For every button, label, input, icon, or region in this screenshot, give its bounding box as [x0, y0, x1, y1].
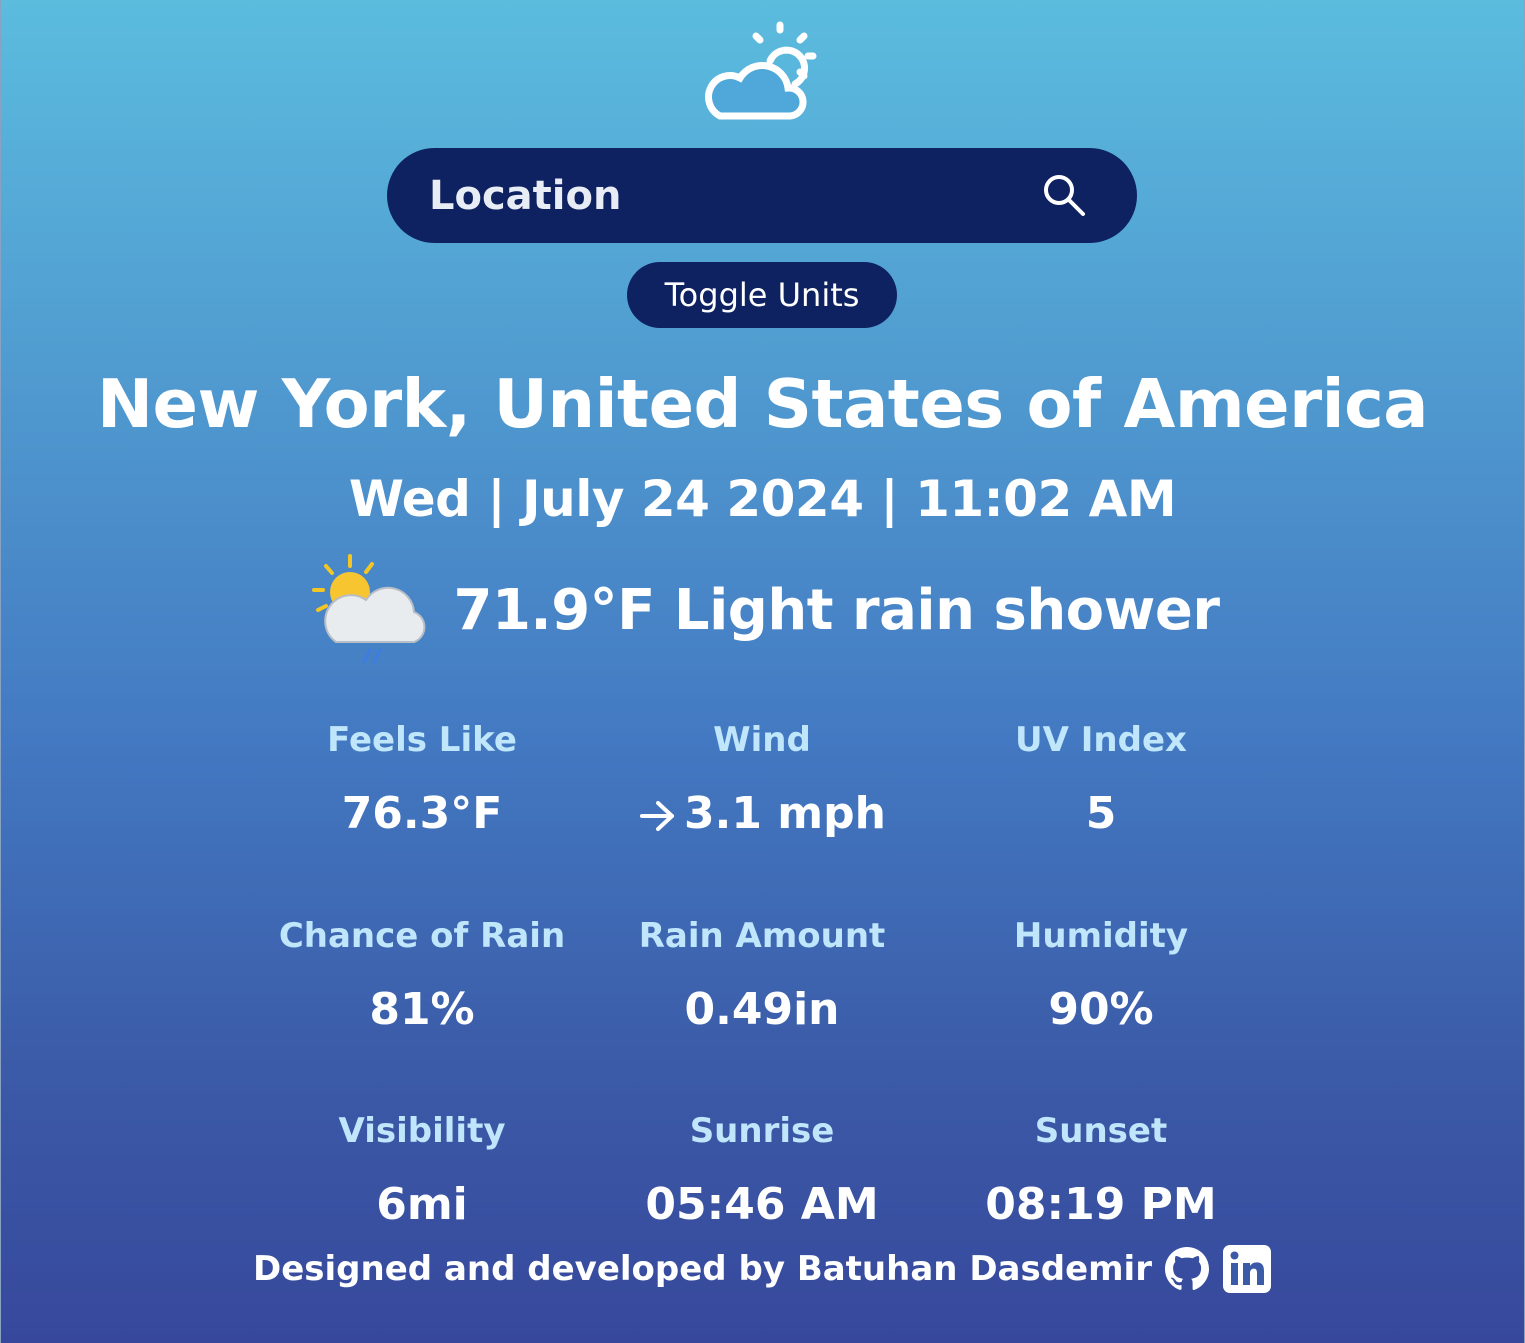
location-search-bar [387, 148, 1137, 243]
stat-value: 76.3°F [341, 788, 503, 839]
stat-label: UV Index [1015, 720, 1187, 760]
stat-value: 0.49in [684, 984, 840, 1035]
stat-label: Sunrise [689, 1111, 835, 1151]
github-icon[interactable] [1162, 1244, 1212, 1294]
stat-label: Humidity [1013, 916, 1189, 956]
stat-chance-of-rain: Chance of Rain 81% [252, 916, 592, 1035]
stat-value: 5 [1085, 788, 1117, 839]
sun-cloud-rain-icon [311, 554, 425, 664]
stat-value: 6mi [376, 1179, 468, 1230]
linkedin-icon[interactable] [1222, 1244, 1272, 1294]
stat-label: Wind [713, 720, 811, 760]
stat-label: Rain Amount [638, 916, 886, 956]
stat-value-wrap: 3.1 mph [592, 788, 932, 839]
stat-value: 81% [369, 984, 475, 1035]
current-temp-condition: 71.9°F Light rain shower [453, 577, 1220, 643]
stat-sunrise: Sunrise 05:46 AM [592, 1111, 932, 1230]
stat-feels-like: Feels Like 76.3°F [252, 720, 592, 839]
stat-value: 90% [1048, 984, 1154, 1035]
stat-label: Visibility [338, 1111, 506, 1151]
toggle-units-button[interactable]: Toggle Units [627, 262, 897, 328]
stat-label: Feels Like [327, 720, 517, 760]
stat-humidity: Humidity 90% [931, 916, 1271, 1035]
footer-credit: Designed and developed by Batuhan Dasdem… [253, 1249, 1152, 1289]
location-title: New York, United States of America [96, 365, 1429, 443]
stat-wind: Wind 3.1 mph [592, 720, 932, 839]
stat-rain-amount: Rain Amount 0.49in [592, 916, 932, 1035]
stat-value: 05:46 AM [645, 1179, 879, 1230]
date-time: Wed | July 24 2024 | 11:02 AM [348, 470, 1177, 528]
stat-sunset: Sunset 08:19 PM [931, 1111, 1271, 1230]
wind-direction-icon [640, 801, 675, 831]
stat-visibility: Visibility 6mi [252, 1111, 592, 1230]
footer: Designed and developed by Batuhan Dasdem… [0, 1244, 1525, 1294]
location-search-input[interactable] [427, 171, 1031, 220]
stat-value: 08:19 PM [985, 1179, 1217, 1230]
stat-uv-index: UV Index 5 [931, 720, 1271, 839]
weather-logo-icon [705, 21, 817, 120]
wind-speed-value: 3.1 mph [684, 788, 886, 839]
stat-label: Sunset [1034, 1111, 1168, 1151]
search-icon[interactable] [1039, 170, 1089, 220]
stat-label: Chance of Rain [278, 916, 566, 956]
current-conditions: 71.9°F Light rain shower [0, 550, 1525, 670]
